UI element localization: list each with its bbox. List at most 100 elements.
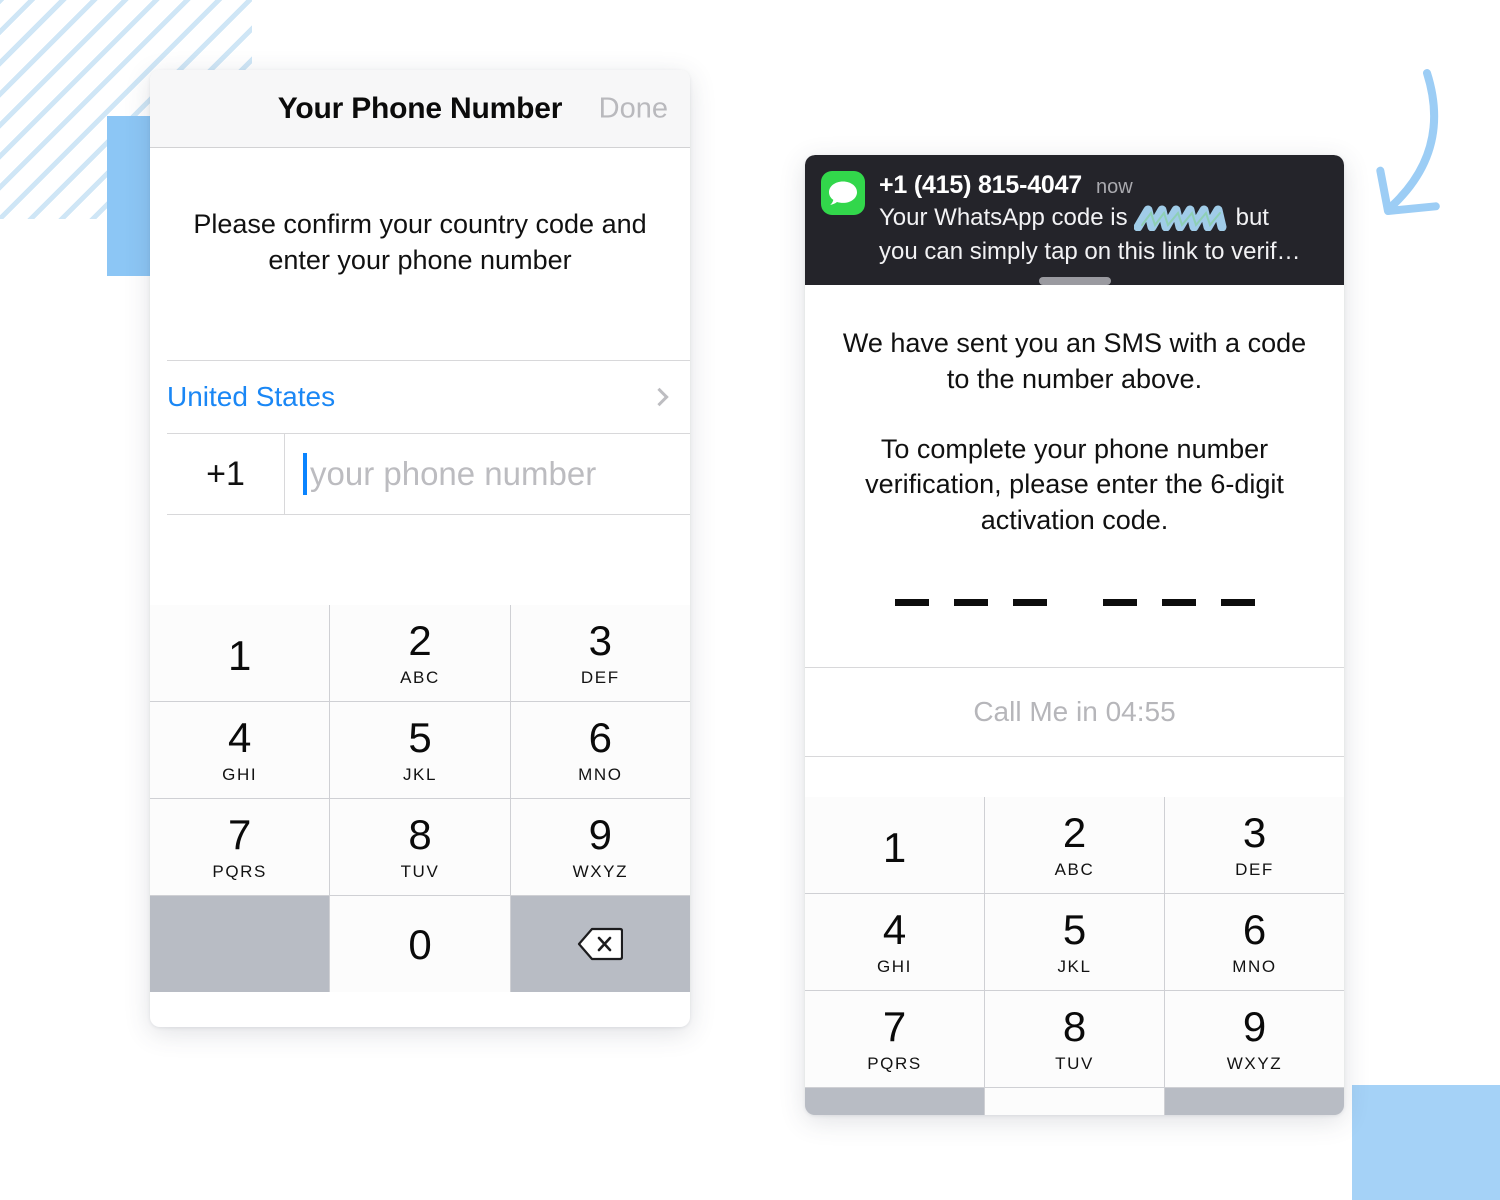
keypad-digit: 9 [1242,1002,1267,1050]
keypad-letters: PQRS [212,862,267,882]
keypad-digit: 8 [1062,1002,1087,1050]
activation-code-input[interactable] [805,539,1344,667]
keypad-key-5[interactable]: 5 JKL [985,893,1164,990]
keypad-key-blank [150,896,330,993]
keypad-letters: MNO [578,765,623,785]
keypad-digit: 7 [882,1002,907,1050]
keypad-digit: 0 [408,921,432,969]
keypad-key-5[interactable]: 5 JKL [330,702,510,799]
notification-header: +1 (415) 815-4047 now [879,171,1328,200]
chevron-right-icon [650,388,669,407]
keypad-key-6[interactable]: 6 MNO [510,702,690,799]
notification-message-before-code: Your WhatsApp code is [879,204,1128,231]
keypad-key-3[interactable]: 3 DEF [510,605,690,702]
keypad-letters: TUV [1055,1053,1094,1073]
notification-text: +1 (415) 815-4047 now Your WhatsApp code… [879,171,1328,267]
keypad-key-3[interactable]: 3 DEF [1165,796,1344,893]
speech-bubble-icon [829,181,857,205]
blue-square-decoration [1352,1085,1500,1200]
code-dash [894,599,929,607]
code-dash-group [894,599,1255,607]
notification-grabber-handle[interactable] [1038,277,1111,286]
keypad-digit: 7 [227,811,252,859]
notification-sender: +1 (415) 815-4047 [879,171,1083,199]
keypad-digit: 5 [408,714,432,762]
keypad-letters: DEF [1235,859,1274,879]
keypad-digit: 4 [227,714,252,762]
notification-message-line-2: you can simply tap on this link to verif… [879,237,1301,265]
keypad-letters: PQRS [867,1053,922,1073]
keypad-letters: DEF [580,668,620,688]
redacted-code-scribble-icon [1133,205,1227,232]
keypad-letters: GHI [222,765,258,785]
keypad-key-4[interactable]: 4 GHI [150,702,330,799]
keypad-key-0[interactable]: 0 [330,896,510,993]
verification-code-screen-card: +1 (415) 815-4047 now Your WhatsApp code… [805,155,1344,1115]
keypad-digit: 6 [1242,905,1267,953]
code-dash [953,599,988,607]
keypad-digit: 2 [408,617,432,665]
keypad-key-8[interactable]: 8 TUV [985,990,1164,1087]
keypad-key-7[interactable]: 7 PQRS [805,990,984,1087]
done-button[interactable]: Done [599,92,668,125]
phone-number-placeholder: your phone number [310,455,597,493]
navigation-bar: Your Phone Number Done [150,70,690,148]
keypad-letters: MNO [1232,956,1277,976]
phone-number-input-row[interactable]: +1 your phone number [167,434,690,515]
keypad-key-delete[interactable] [510,896,690,993]
numeric-keypad: 1 2 ABC 3 DEF 4 GHI 5 JKL 6 MNO 7 PQRS 8… [805,796,1344,1115]
keypad-letters: WXYZ [572,862,629,882]
page-title: Your Phone Number [277,91,563,125]
keypad-key-2[interactable]: 2 ABC [985,796,1164,893]
country-name-label: United States [167,381,336,413]
keypad-key-7[interactable]: 7 PQRS [150,799,330,896]
keypad-digit: 1 [882,823,907,871]
instruction-paragraph-2: To complete your phone number verificati… [865,433,1284,535]
keypad-letters: JKL [1057,956,1092,976]
keypad-letters: ABC [400,668,440,688]
keypad-key-6[interactable]: 6 MNO [1165,893,1344,990]
backspace-icon [578,928,624,961]
code-dash [1102,599,1137,607]
country-code-field[interactable]: +1 [167,434,285,515]
instruction-text: Please confirm your country code and ent… [193,209,647,276]
keypad-key-blank [805,1087,984,1115]
keypad-key-9[interactable]: 9 WXYZ [1165,990,1344,1087]
country-selector-row[interactable]: United States [150,361,690,433]
notification-message-after-code: but [1235,204,1269,231]
call-me-timer[interactable]: Call Me in 04:55 [805,668,1344,756]
keypad-digit: 1 [227,632,252,680]
sms-notification-banner[interactable]: +1 (415) 815-4047 now Your WhatsApp code… [805,155,1344,286]
keypad-digit: 8 [408,811,432,859]
keypad-digit: 5 [1062,905,1087,953]
keypad-key-9[interactable]: 9 WXYZ [510,799,690,896]
keypad-digit: 9 [588,811,612,859]
messages-icon [821,171,865,215]
notification-content: +1 (415) 815-4047 now Your WhatsApp code… [821,171,1328,267]
code-dash [1161,599,1196,607]
numeric-keypad: 1 2 ABC 3 DEF 4 GHI 5 JKL 6 MNO 7 PQRS 8… [150,605,690,993]
keypad-digit: 3 [1242,808,1267,856]
keypad-letters: TUV [400,862,440,882]
keypad-digit: 6 [588,714,612,762]
keypad-key-2[interactable]: 2 ABC [330,605,510,702]
keypad-key-0[interactable]: 0 [985,1087,1164,1115]
keypad-key-1[interactable]: 1 [150,605,330,702]
keypad-digit: 4 [882,905,907,953]
keypad-key-8[interactable]: 8 TUV [330,799,510,896]
keypad-letters: WXYZ [1226,1053,1283,1073]
keypad-key-1[interactable]: 1 [805,796,984,893]
curved-arrow-icon [1376,69,1440,215]
phone-number-input[interactable]: your phone number [285,434,690,514]
text-cursor [303,453,307,496]
code-dash [1012,599,1047,607]
code-dash [1220,599,1255,607]
keypad-letters: ABC [1054,859,1095,879]
notification-message-line-1: Your WhatsApp code is but [879,203,1328,234]
verification-instructions: We have sent you an SMS with a code to t… [805,294,1344,538]
keypad-key-delete[interactable] [1165,1087,1344,1115]
keypad-key-4[interactable]: 4 GHI [805,893,984,990]
keypad-letters: JKL [402,765,438,785]
